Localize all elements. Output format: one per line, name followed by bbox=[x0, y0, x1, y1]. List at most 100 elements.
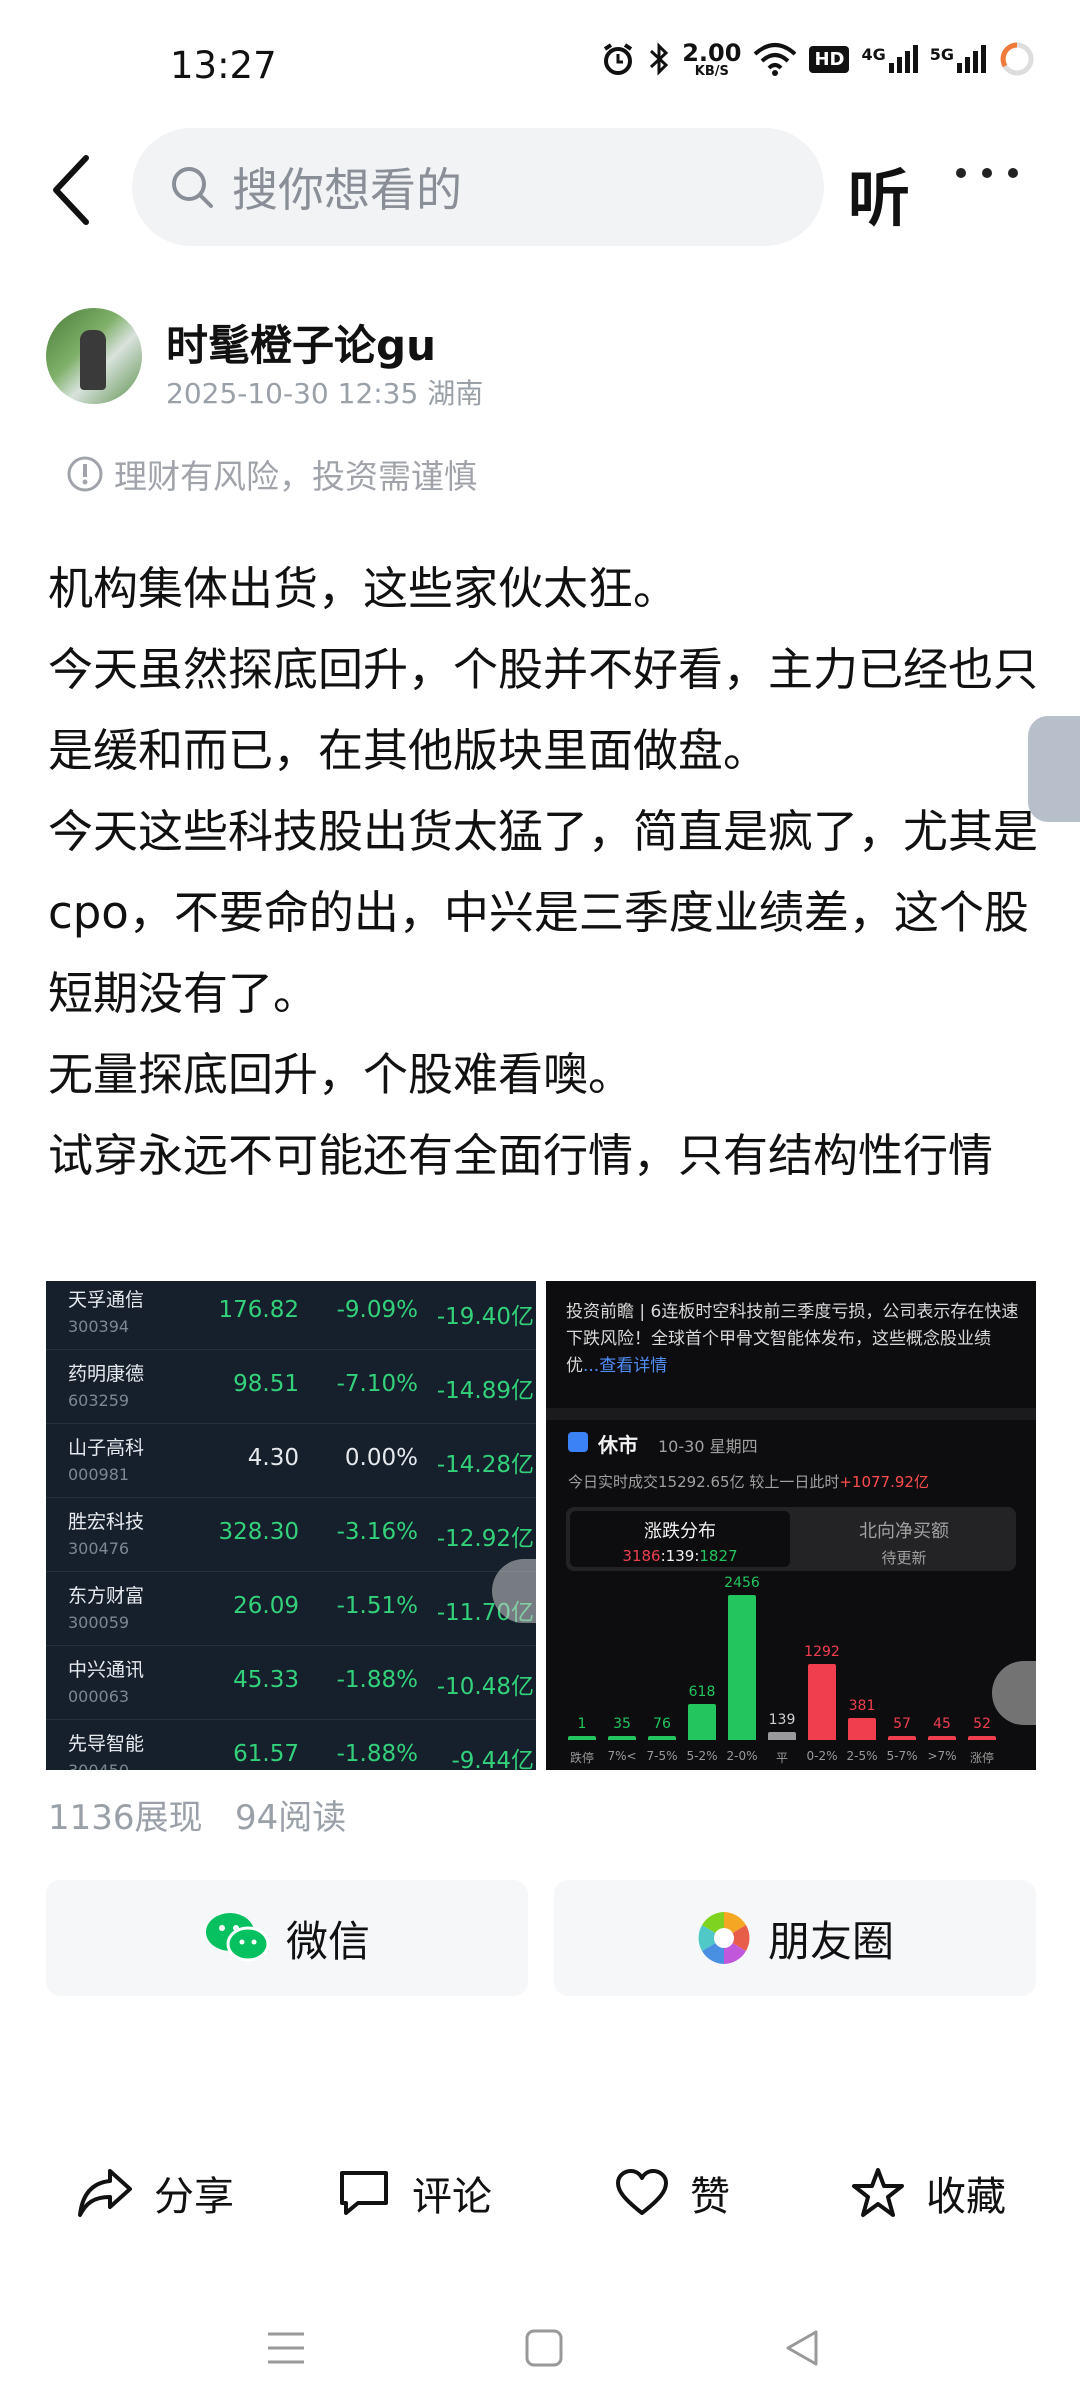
like-action-label: 赞 bbox=[690, 2174, 730, 2220]
distribution-category-label: 跌停 bbox=[569, 1751, 594, 1765]
stock-amount: -9.44亿 bbox=[451, 1748, 534, 1770]
listen-button[interactable]: 听 bbox=[848, 148, 910, 238]
distribution-bar-value: 57 bbox=[893, 1716, 911, 1732]
stock-code: 300059 bbox=[68, 1613, 130, 1632]
stock-amount: -19.40亿 bbox=[436, 1304, 534, 1330]
search-placeholder: 搜你想看的 bbox=[232, 163, 462, 217]
bluetooth-icon bbox=[650, 42, 669, 76]
turnover-text: 今日实时成交15292.65亿 较上一日此时 bbox=[568, 1473, 840, 1491]
stock-code: 300394 bbox=[68, 1317, 130, 1336]
author-meta: 2025-10-30 12:35 湖南 bbox=[166, 372, 483, 412]
tab-northbound[interactable]: 北向净买额 待更新 bbox=[796, 1511, 1012, 1567]
speed-value: 2.00 bbox=[682, 38, 742, 67]
collect-action[interactable]: 收藏 bbox=[850, 2164, 1006, 2222]
floating-side-tab[interactable] bbox=[1028, 716, 1080, 822]
hd-icon: HD bbox=[809, 45, 850, 73]
alarm-icon bbox=[604, 43, 633, 75]
back-nav-icon[interactable] bbox=[782, 2328, 822, 2368]
distribution-category-label: 2-0% bbox=[726, 1749, 758, 1763]
down-count: 1827 bbox=[699, 1547, 738, 1565]
wechat-share-button[interactable]: 微信 bbox=[46, 1880, 528, 1996]
stock-price: 45.33 bbox=[233, 1667, 299, 1693]
menu-nav-icon[interactable] bbox=[266, 2330, 306, 2366]
distribution-bar-value: 381 bbox=[848, 1697, 876, 1714]
content-paragraph: 无量探底回升，个股难看噢。 bbox=[48, 1048, 634, 1101]
stock-change: -1.51% bbox=[336, 1593, 418, 1619]
stock-change: -1.88% bbox=[336, 1667, 418, 1693]
distribution-category-label: 7-5% bbox=[646, 1749, 678, 1763]
tab-distribution-title: 涨跌分布 bbox=[644, 1521, 716, 1542]
post-datetime: 2025-10-30 12:35 bbox=[166, 377, 419, 410]
back-arrow-icon bbox=[53, 155, 89, 225]
more-dot-icon bbox=[956, 168, 966, 178]
status-icons: 2.00 KB/S HD 4G 5G bbox=[600, 40, 1036, 78]
signal-5g-icon: 5G bbox=[930, 45, 986, 73]
stock-row: 天孚通信 300394 176.82 -9.09% -19.40亿 bbox=[46, 1281, 536, 1350]
distribution-bar-value: 45 bbox=[933, 1716, 951, 1732]
comment-icon bbox=[340, 2171, 388, 2215]
tab-northbound-sub: 待更新 bbox=[881, 1549, 927, 1567]
reads-count: 94阅读 bbox=[234, 1798, 347, 1838]
system-nav-bar bbox=[0, 2318, 1080, 2378]
stock-name: 天孚通信 bbox=[68, 1289, 145, 1311]
distribution-bar bbox=[848, 1717, 876, 1740]
home-nav-icon[interactable] bbox=[524, 2328, 564, 2368]
stock-price: 176.82 bbox=[218, 1297, 299, 1323]
stock-code: 603259 bbox=[68, 1391, 130, 1410]
market-date: 10-30 星期四 bbox=[658, 1437, 758, 1456]
risk-notice-text: 理财有风险，投资需谨慎 bbox=[114, 457, 477, 496]
wifi-icon bbox=[754, 43, 797, 76]
stock-code: 300450 bbox=[68, 1761, 129, 1770]
stock-code: 000981 bbox=[68, 1465, 130, 1484]
stock-table-image[interactable]: 天孚通信 300394 176.82 -9.09% -19.40亿 药明康德 603259 9… bbox=[46, 1281, 536, 1770]
status-time: 13:27 bbox=[170, 44, 277, 87]
speed-unit: KB/S bbox=[694, 63, 729, 79]
more-dot-icon bbox=[1008, 168, 1018, 178]
share-action[interactable]: 分享 bbox=[76, 2164, 234, 2222]
stock-price: 26.09 bbox=[233, 1593, 299, 1619]
back-button[interactable] bbox=[48, 150, 98, 230]
market-panel-image[interactable]: 投资前瞻 | 6连板时空科技前三季度亏损，公司表示存在快速下跌风险！全球首个甲骨… bbox=[546, 1281, 1036, 1770]
moments-share-button[interactable]: 朋友圈 bbox=[554, 1880, 1036, 1996]
stock-change: -7.10% bbox=[336, 1371, 418, 1397]
distribution-bar bbox=[888, 1736, 916, 1740]
distribution-bar bbox=[808, 1663, 836, 1740]
distribution-category-label: 5-2% bbox=[686, 1749, 718, 1763]
info-icon bbox=[67, 456, 103, 492]
stock-row: 中兴通讯 000063 45.33 -1.88% -10.48亿 bbox=[46, 1645, 536, 1720]
content-paragraph: 今天虽然探底回升，个股并不好看，主力已经也只是缓和而已，在其他版块里面做盘。 bbox=[48, 643, 1039, 777]
content-paragraph: 今天这些科技股出货太猛了，简直是疯了，尤其是cpo，不要命的出，中兴是三季度业绩… bbox=[48, 805, 1039, 1020]
author-avatar[interactable] bbox=[46, 308, 142, 404]
distribution-bar bbox=[688, 1703, 716, 1740]
stock-name: 先导智能 bbox=[68, 1733, 145, 1755]
market-tabs: 涨跌分布 3186:139:1827 北向净买额 待更新 bbox=[566, 1507, 1016, 1571]
stock-name: 东方财富 bbox=[68, 1585, 145, 1607]
distribution-bar bbox=[768, 1731, 796, 1740]
distribution-bar-value: 2456 bbox=[724, 1575, 760, 1591]
stock-name: 胜宏科技 bbox=[68, 1511, 145, 1533]
tab-northbound-title: 北向净买额 bbox=[859, 1521, 949, 1542]
distribution-category-label: 平 bbox=[775, 1751, 788, 1765]
more-options-button[interactable] bbox=[956, 168, 1018, 178]
distribution-bar bbox=[608, 1736, 636, 1740]
news-detail-link[interactable]: ...查看详情 bbox=[583, 1356, 667, 1376]
author-name[interactable]: 时髦橙子论gu bbox=[166, 312, 436, 373]
stock-code: 000063 bbox=[68, 1687, 130, 1706]
share-action-label: 分享 bbox=[154, 2174, 234, 2220]
flat-count: 139 bbox=[665, 1547, 695, 1565]
post-stats: 1136展现 94阅读 bbox=[48, 1790, 346, 1839]
search-bar[interactable]: 搜你想看的 bbox=[132, 128, 824, 246]
stock-row: 东方财富 300059 26.09 -1.51% -11.70亿 bbox=[46, 1571, 536, 1646]
share-icon bbox=[78, 2169, 132, 2217]
battery-ring-icon bbox=[1000, 42, 1034, 76]
distribution-bar bbox=[568, 1736, 596, 1740]
like-action[interactable]: 赞 bbox=[614, 2164, 730, 2222]
search-icon bbox=[172, 167, 213, 208]
comment-action[interactable]: 评论 bbox=[336, 2164, 492, 2222]
tab-distribution[interactable]: 涨跌分布 3186:139:1827 bbox=[570, 1511, 790, 1567]
stock-change: -3.16% bbox=[336, 1519, 418, 1545]
stock-change: 0.00% bbox=[344, 1445, 418, 1471]
distribution-bar-value: 1 bbox=[577, 1716, 587, 1732]
stock-change: -9.09% bbox=[336, 1297, 418, 1323]
distribution-bar bbox=[968, 1736, 996, 1740]
